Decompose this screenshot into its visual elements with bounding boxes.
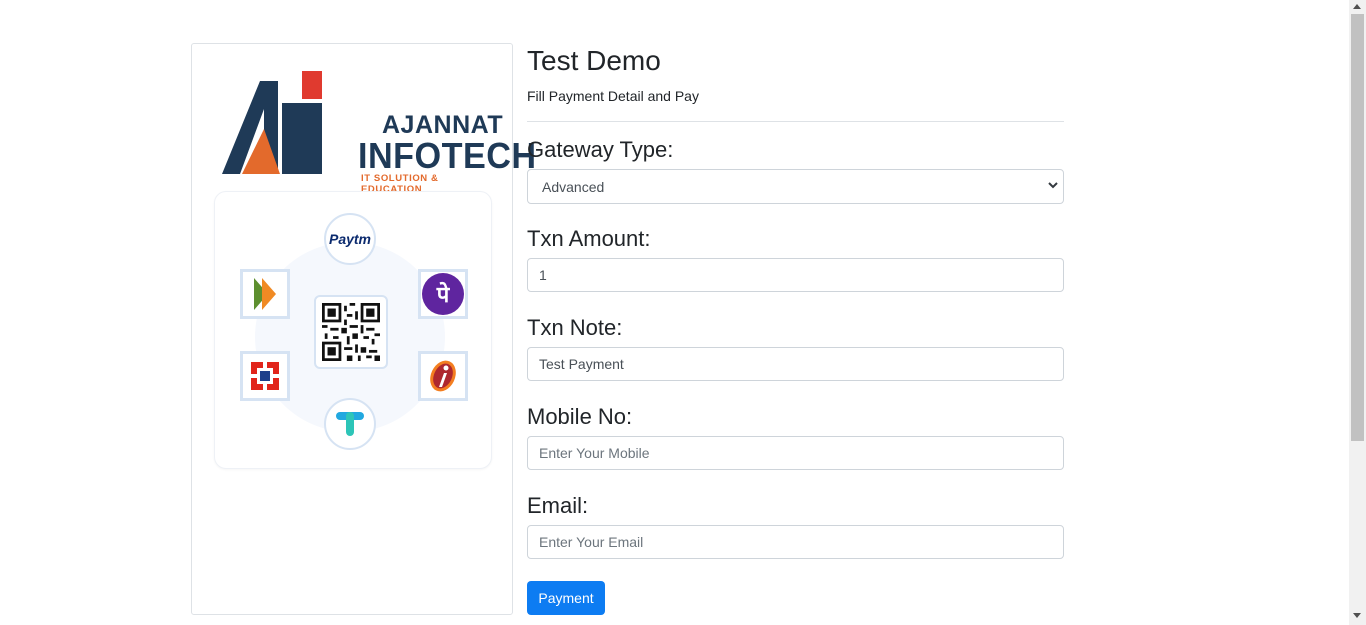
phonepe-icon: पे — [418, 269, 468, 319]
txn-amount-label: Txn Amount: — [527, 226, 651, 251]
gateway-type-label: Gateway Type: — [527, 137, 674, 162]
phonepe-glyph: पे — [436, 283, 450, 308]
bhim-icon — [240, 269, 290, 319]
qr-code-icon — [314, 295, 388, 369]
email-label: Email: — [527, 493, 589, 518]
page-subtitle: Fill Payment Detail and Pay — [527, 88, 699, 104]
payment-button[interactable]: Payment — [527, 581, 605, 615]
scrollbar-thumb[interactable] — [1351, 14, 1364, 441]
scroll-up-arrow-icon[interactable] — [1353, 4, 1361, 9]
email-input[interactable] — [527, 525, 1064, 559]
divider — [527, 121, 1064, 122]
gateway-type-select-wrap: Advanced — [527, 169, 1064, 204]
gateway-type-select[interactable]: Advanced — [527, 169, 1064, 204]
paytm-label: Paytm — [328, 231, 372, 247]
upi-apps-graphic: Paytm पे — [214, 191, 492, 469]
scroll-down-arrow-icon[interactable] — [1353, 613, 1361, 618]
hdfc-bank-icon — [240, 351, 290, 401]
mobile-no-label: Mobile No: — [527, 404, 633, 429]
logo-line-2: INFOTECH — [358, 135, 537, 176]
icici-bank-icon — [418, 351, 468, 401]
page-title: Test Demo — [527, 45, 661, 76]
brand-card: AJANNAT INFOTECH IT SOLUTION & EDUCATION — [191, 43, 536, 615]
tez-gpay-icon — [324, 398, 376, 450]
txn-note-label: Txn Note: — [527, 315, 623, 340]
txn-note-input[interactable] — [527, 347, 1064, 381]
mobile-input[interactable] — [527, 436, 1064, 470]
page-scrollbar[interactable] — [1349, 0, 1366, 625]
txn-amount-input[interactable] — [527, 258, 1064, 292]
paytm-icon: Paytm — [324, 213, 376, 265]
ajannat-infotech-logo: AJANNAT INFOTECH IT SOLUTION & EDUCATION — [222, 69, 536, 195]
